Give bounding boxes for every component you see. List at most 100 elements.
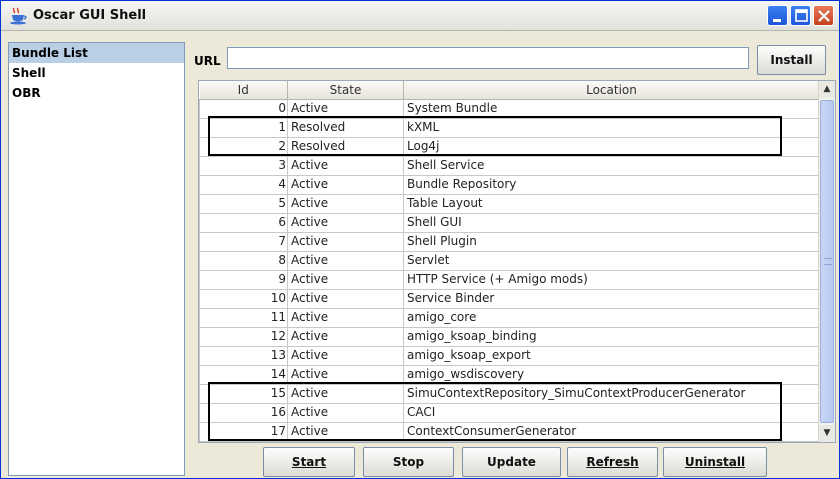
table-row[interactable]: 8 Active Servlet bbox=[199, 250, 820, 271]
cell-location: kXML bbox=[403, 117, 820, 138]
start-button[interactable]: Start bbox=[263, 447, 355, 477]
cell-state: Active bbox=[287, 364, 404, 385]
table-row[interactable]: 10 Active Service Binder bbox=[199, 288, 820, 309]
title-bar[interactable]: Oscar GUI Shell bbox=[1, 1, 839, 31]
table-row[interactable]: 14 Active amigo_wsdiscovery bbox=[199, 364, 820, 385]
table-row[interactable]: 17 Active ContextConsumerGenerator bbox=[199, 421, 820, 442]
cell-id: 15 bbox=[199, 383, 288, 404]
column-header-id[interactable]: Id bbox=[199, 81, 288, 100]
minimize-icon bbox=[773, 19, 781, 22]
scroll-grip-icon bbox=[824, 258, 832, 265]
table-row[interactable]: 15 Active SimuContextRepository_SimuContex… bbox=[199, 383, 820, 404]
cell-id: 7 bbox=[199, 231, 288, 252]
minimize-button[interactable] bbox=[767, 5, 788, 26]
cell-id: 12 bbox=[199, 326, 288, 347]
cell-state: Active bbox=[287, 174, 404, 195]
stop-button[interactable]: Stop bbox=[363, 447, 454, 477]
sidebar-item-bundle-list[interactable]: Bundle List bbox=[9, 43, 184, 63]
cell-state: Resolved bbox=[287, 136, 404, 157]
table-row[interactable]: 11 Active amigo_core bbox=[199, 307, 820, 328]
cell-location: amigo_ksoap_export bbox=[403, 345, 820, 366]
bundle-table: Id State Location 0 Active System Bundle 1 R… bbox=[198, 80, 836, 443]
table-row[interactable]: 5 Active Table Layout bbox=[199, 193, 820, 214]
cell-location: Shell Service bbox=[403, 155, 820, 176]
table-row[interactable]: 9 Active HTTP Service (+ Amigo mods) bbox=[199, 269, 820, 290]
maximize-button[interactable] bbox=[790, 5, 811, 26]
cell-id: 4 bbox=[199, 174, 288, 195]
url-label: URL bbox=[194, 54, 221, 68]
cell-state: Active bbox=[287, 307, 404, 328]
cell-id: 5 bbox=[199, 193, 288, 214]
app-window: Oscar GUI Shell Bundle List Shell OBR UR… bbox=[0, 0, 840, 479]
cell-state: Active bbox=[287, 212, 404, 233]
cell-state: Active bbox=[287, 269, 404, 290]
table-row[interactable]: 16 Active CACI bbox=[199, 402, 820, 423]
java-coffee-cup-icon bbox=[9, 7, 29, 25]
table-row[interactable]: 0 Active System Bundle bbox=[199, 98, 820, 119]
table-row[interactable]: 13 Active amigo_ksoap_export bbox=[199, 345, 820, 366]
sidebar-item-obr[interactable]: OBR bbox=[9, 83, 184, 103]
table-row[interactable]: 6 Active Shell GUI bbox=[199, 212, 820, 233]
update-button[interactable]: Update bbox=[462, 447, 561, 477]
sidebar-list: Bundle List Shell OBR bbox=[8, 42, 185, 476]
url-input[interactable] bbox=[227, 47, 749, 69]
install-button[interactable]: Install bbox=[757, 45, 826, 75]
cell-location: Table Layout bbox=[403, 193, 820, 214]
vertical-scrollbar[interactable]: ▲ ▼ bbox=[818, 81, 835, 442]
table-row[interactable]: 1 Resolved kXML bbox=[199, 117, 820, 138]
cell-location: Shell Plugin bbox=[403, 231, 820, 252]
uninstall-button[interactable]: Uninstall bbox=[663, 447, 767, 477]
window-title: Oscar GUI Shell bbox=[33, 8, 147, 23]
cell-location: amigo_core bbox=[403, 307, 820, 328]
cell-state: Active bbox=[287, 193, 404, 214]
table-row[interactable]: 4 Active Bundle Repository bbox=[199, 174, 820, 195]
refresh-button[interactable]: Refresh bbox=[567, 447, 658, 477]
cell-id: 0 bbox=[199, 98, 288, 119]
cell-id: 10 bbox=[199, 288, 288, 309]
stop-button-label: Stop bbox=[392, 455, 425, 469]
cell-id: 13 bbox=[199, 345, 288, 366]
cell-location: ContextConsumerGenerator bbox=[403, 421, 820, 442]
close-icon bbox=[818, 10, 830, 22]
cell-state: Active bbox=[287, 402, 404, 423]
cell-id: 3 bbox=[199, 155, 288, 176]
cell-id: 14 bbox=[199, 364, 288, 385]
cell-location: Servlet bbox=[403, 250, 820, 271]
start-button-label: Start bbox=[291, 455, 327, 469]
scroll-down-arrow-icon[interactable]: ▼ bbox=[819, 425, 835, 442]
cell-id: 11 bbox=[199, 307, 288, 328]
bundle-grid: Id State Location 0 Active System Bundle 1 R… bbox=[199, 81, 820, 442]
cell-id: 9 bbox=[199, 269, 288, 290]
update-button-label: Update bbox=[487, 455, 536, 469]
cell-id: 8 bbox=[199, 250, 288, 271]
cell-state: Active bbox=[287, 421, 404, 442]
column-header-state[interactable]: State bbox=[287, 81, 404, 100]
cell-state: Resolved bbox=[287, 117, 404, 138]
cell-location: amigo_ksoap_binding bbox=[403, 326, 820, 347]
table-row[interactable]: 12 Active amigo_ksoap_binding bbox=[199, 326, 820, 347]
sidebar-item-shell[interactable]: Shell bbox=[9, 63, 184, 83]
cell-id: 1 bbox=[199, 117, 288, 138]
cell-id: 17 bbox=[199, 421, 288, 442]
cell-location: Log4j bbox=[403, 136, 820, 157]
cell-state: Active bbox=[287, 231, 404, 252]
scroll-thumb[interactable] bbox=[820, 100, 834, 423]
table-row[interactable]: 2 Resolved Log4j bbox=[199, 136, 820, 157]
cell-location: System Bundle bbox=[403, 98, 820, 119]
table-row[interactable]: 3 Active Shell Service bbox=[199, 155, 820, 176]
cell-location: SimuContextRepository_SimuContextProduce… bbox=[403, 383, 820, 404]
cell-state: Active bbox=[287, 383, 404, 404]
cell-location: Service Binder bbox=[403, 288, 820, 309]
close-button[interactable] bbox=[813, 5, 834, 26]
table-row[interactable]: 7 Active Shell Plugin bbox=[199, 231, 820, 252]
uninstall-button-label: Uninstall bbox=[684, 455, 746, 469]
cell-state: Active bbox=[287, 326, 404, 347]
cell-state: Active bbox=[287, 250, 404, 271]
cell-location: HTTP Service (+ Amigo mods) bbox=[403, 269, 820, 290]
cell-location: CACI bbox=[403, 402, 820, 423]
column-header-location[interactable]: Location bbox=[403, 81, 820, 100]
cell-id: 16 bbox=[199, 402, 288, 423]
cell-location: amigo_wsdiscovery bbox=[403, 364, 820, 385]
scroll-up-arrow-icon[interactable]: ▲ bbox=[819, 81, 835, 98]
cell-state: Active bbox=[287, 98, 404, 119]
